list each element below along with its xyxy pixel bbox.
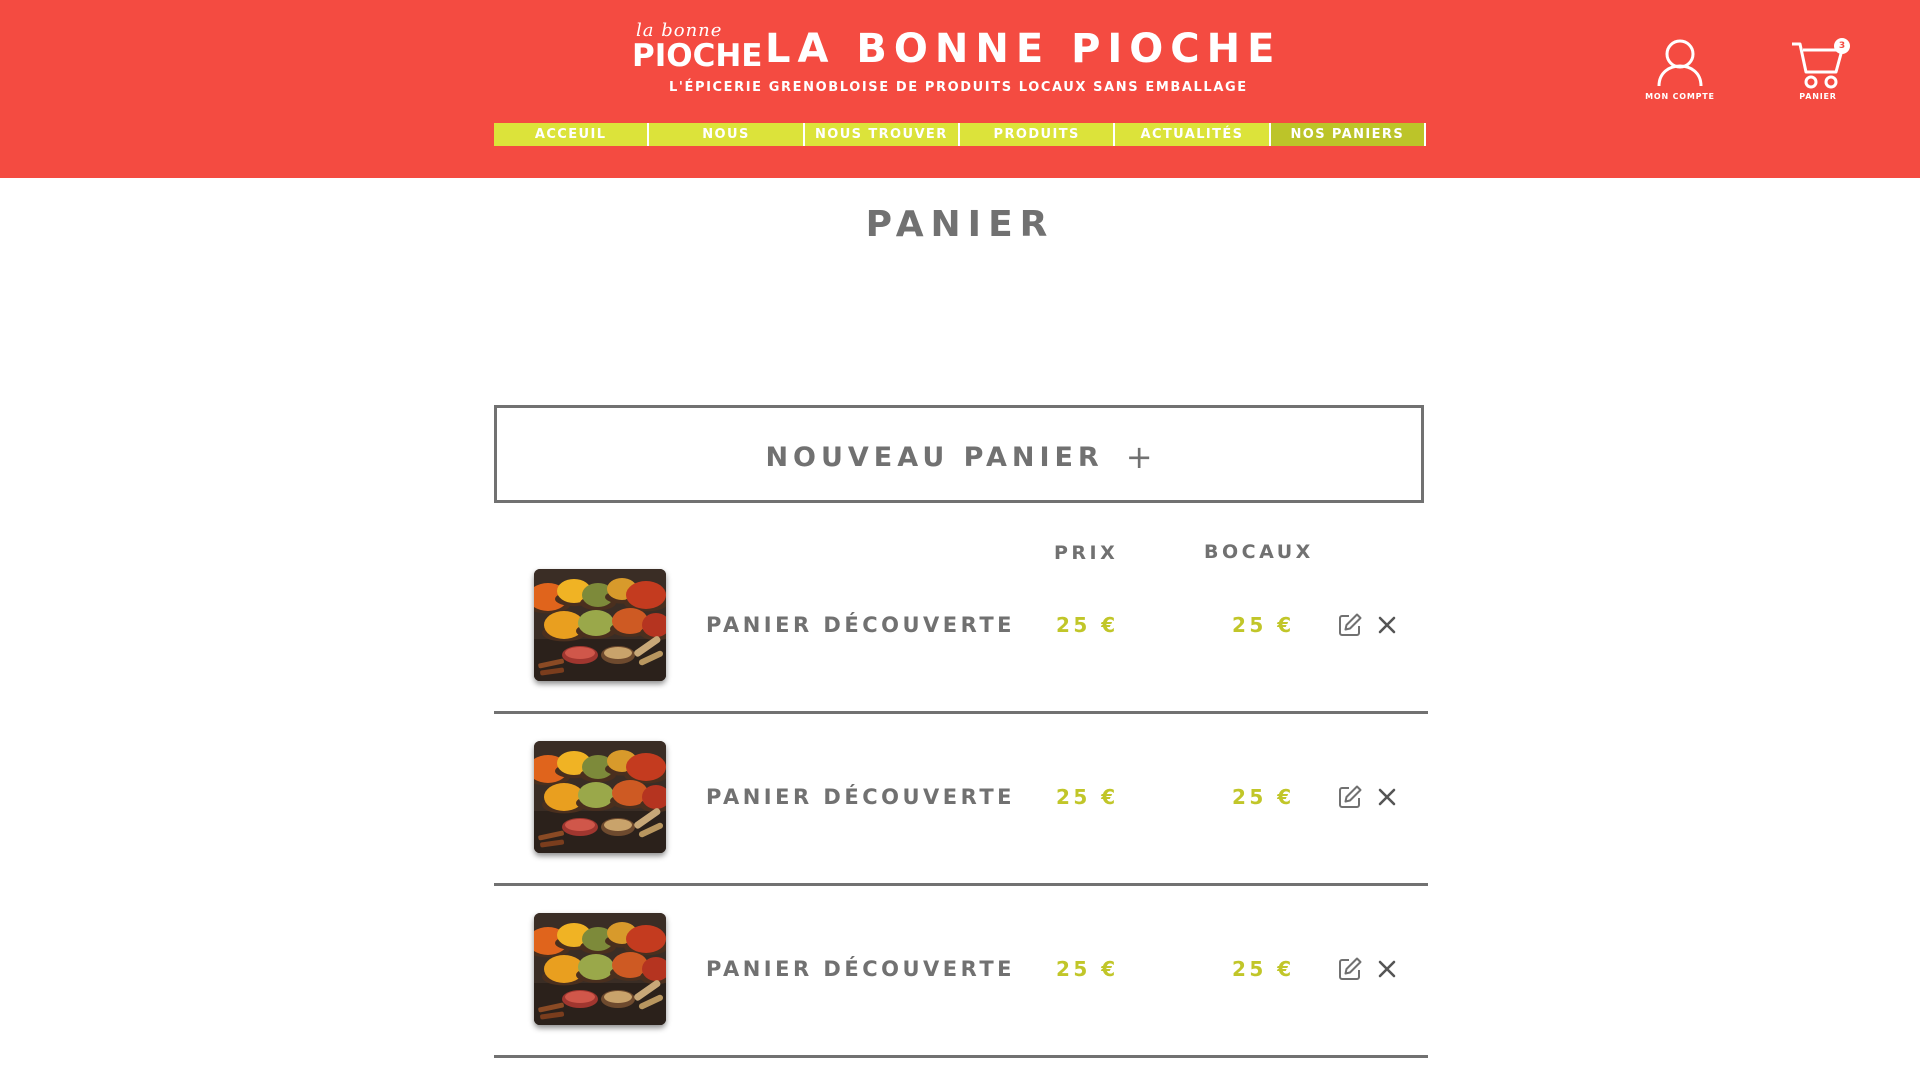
close-icon [1378, 616, 1396, 634]
basket-jars: 25 € [1232, 613, 1295, 637]
user-icon [1657, 39, 1703, 87]
site-tagline: L'ÉPICERIE GRENOBLOISE DE PRODUITS LOCAU… [669, 80, 1248, 95]
basket-name: PANIER DÉCOUVERTE [706, 785, 1016, 809]
cart-label: PANIER [1799, 92, 1837, 101]
nav-item-nos-paniers[interactable]: NOS PANIERS [1270, 123, 1426, 146]
edit-icon [1339, 957, 1362, 980]
edit-button[interactable] [1337, 612, 1363, 638]
nav-item-nous-trouver[interactable]: NOUS TROUVER [804, 123, 960, 146]
brand[interactable]: la bonne PIOCHE LA BONNE PIOCHE L'ÉPICER… [632, 20, 1274, 104]
spices-bowls-photo [534, 741, 666, 853]
basket-thumbnail [534, 913, 666, 1025]
page-title: PANIER [865, 204, 1055, 245]
site-header: la bonne PIOCHE LA BONNE PIOCHE L'ÉPICER… [0, 0, 1920, 178]
new-basket-button[interactable]: NOUVEAU PANIER + [494, 405, 1424, 503]
nav-item-actualites[interactable]: ACTUALITÉS [1115, 123, 1271, 146]
close-icon [1378, 960, 1396, 978]
basket-thumbnail [534, 569, 666, 681]
logo-mark: PIOCHE [632, 38, 763, 74]
plus-icon: + [1125, 438, 1153, 476]
account-button[interactable]: MON COMPTE [1640, 36, 1720, 106]
close-icon [1378, 788, 1396, 806]
basket-thumbnail [534, 741, 666, 853]
cart-count-badge: 3 [1834, 38, 1850, 54]
edit-icon [1339, 785, 1362, 808]
nav-item-acceuil[interactable]: ACCEUIL [494, 123, 650, 146]
nav-item-nous[interactable]: NOUS [649, 123, 805, 146]
table-row: PANIER DÉCOUVERTE 25 € 25 € [494, 714, 1428, 886]
spices-bowls-photo [534, 913, 666, 1025]
new-basket-text: NOUVEAU PANIER [765, 442, 1104, 473]
site-title[interactable]: LA BONNE PIOCHE [765, 26, 1281, 72]
main-nav: ACCEUIL NOUS NOUS TROUVER PRODUITS ACTUA… [494, 123, 1426, 146]
basket-name: PANIER DÉCOUVERTE [706, 957, 1016, 981]
basket-jars: 25 € [1232, 957, 1295, 981]
edit-button[interactable] [1337, 956, 1363, 982]
nav-item-produits[interactable]: PRODUITS [959, 123, 1116, 146]
basket-name: PANIER DÉCOUVERTE [706, 613, 1016, 637]
edit-button[interactable] [1337, 784, 1363, 810]
basket-price: 25 € [1056, 785, 1119, 809]
basket-price: 25 € [1056, 957, 1119, 981]
spices-bowls-photo [534, 569, 666, 681]
account-label: MON COMPTE [1645, 92, 1715, 101]
logo[interactable]: la bonne PIOCHE [632, 20, 762, 74]
table-row: PANIER DÉCOUVERTE 25 € 25 € [494, 886, 1428, 1058]
edit-icon [1339, 613, 1362, 636]
remove-button[interactable] [1374, 612, 1400, 638]
basket-jars: 25 € [1232, 785, 1295, 809]
table-row: PANIER DÉCOUVERTE 25 € 25 € [494, 542, 1428, 714]
new-basket-label: NOUVEAU PANIER + [497, 438, 1421, 476]
cart-button[interactable]: 3 PANIER [1778, 36, 1858, 106]
remove-button[interactable] [1374, 784, 1400, 810]
basket-price: 25 € [1056, 613, 1119, 637]
remove-button[interactable] [1374, 956, 1400, 982]
